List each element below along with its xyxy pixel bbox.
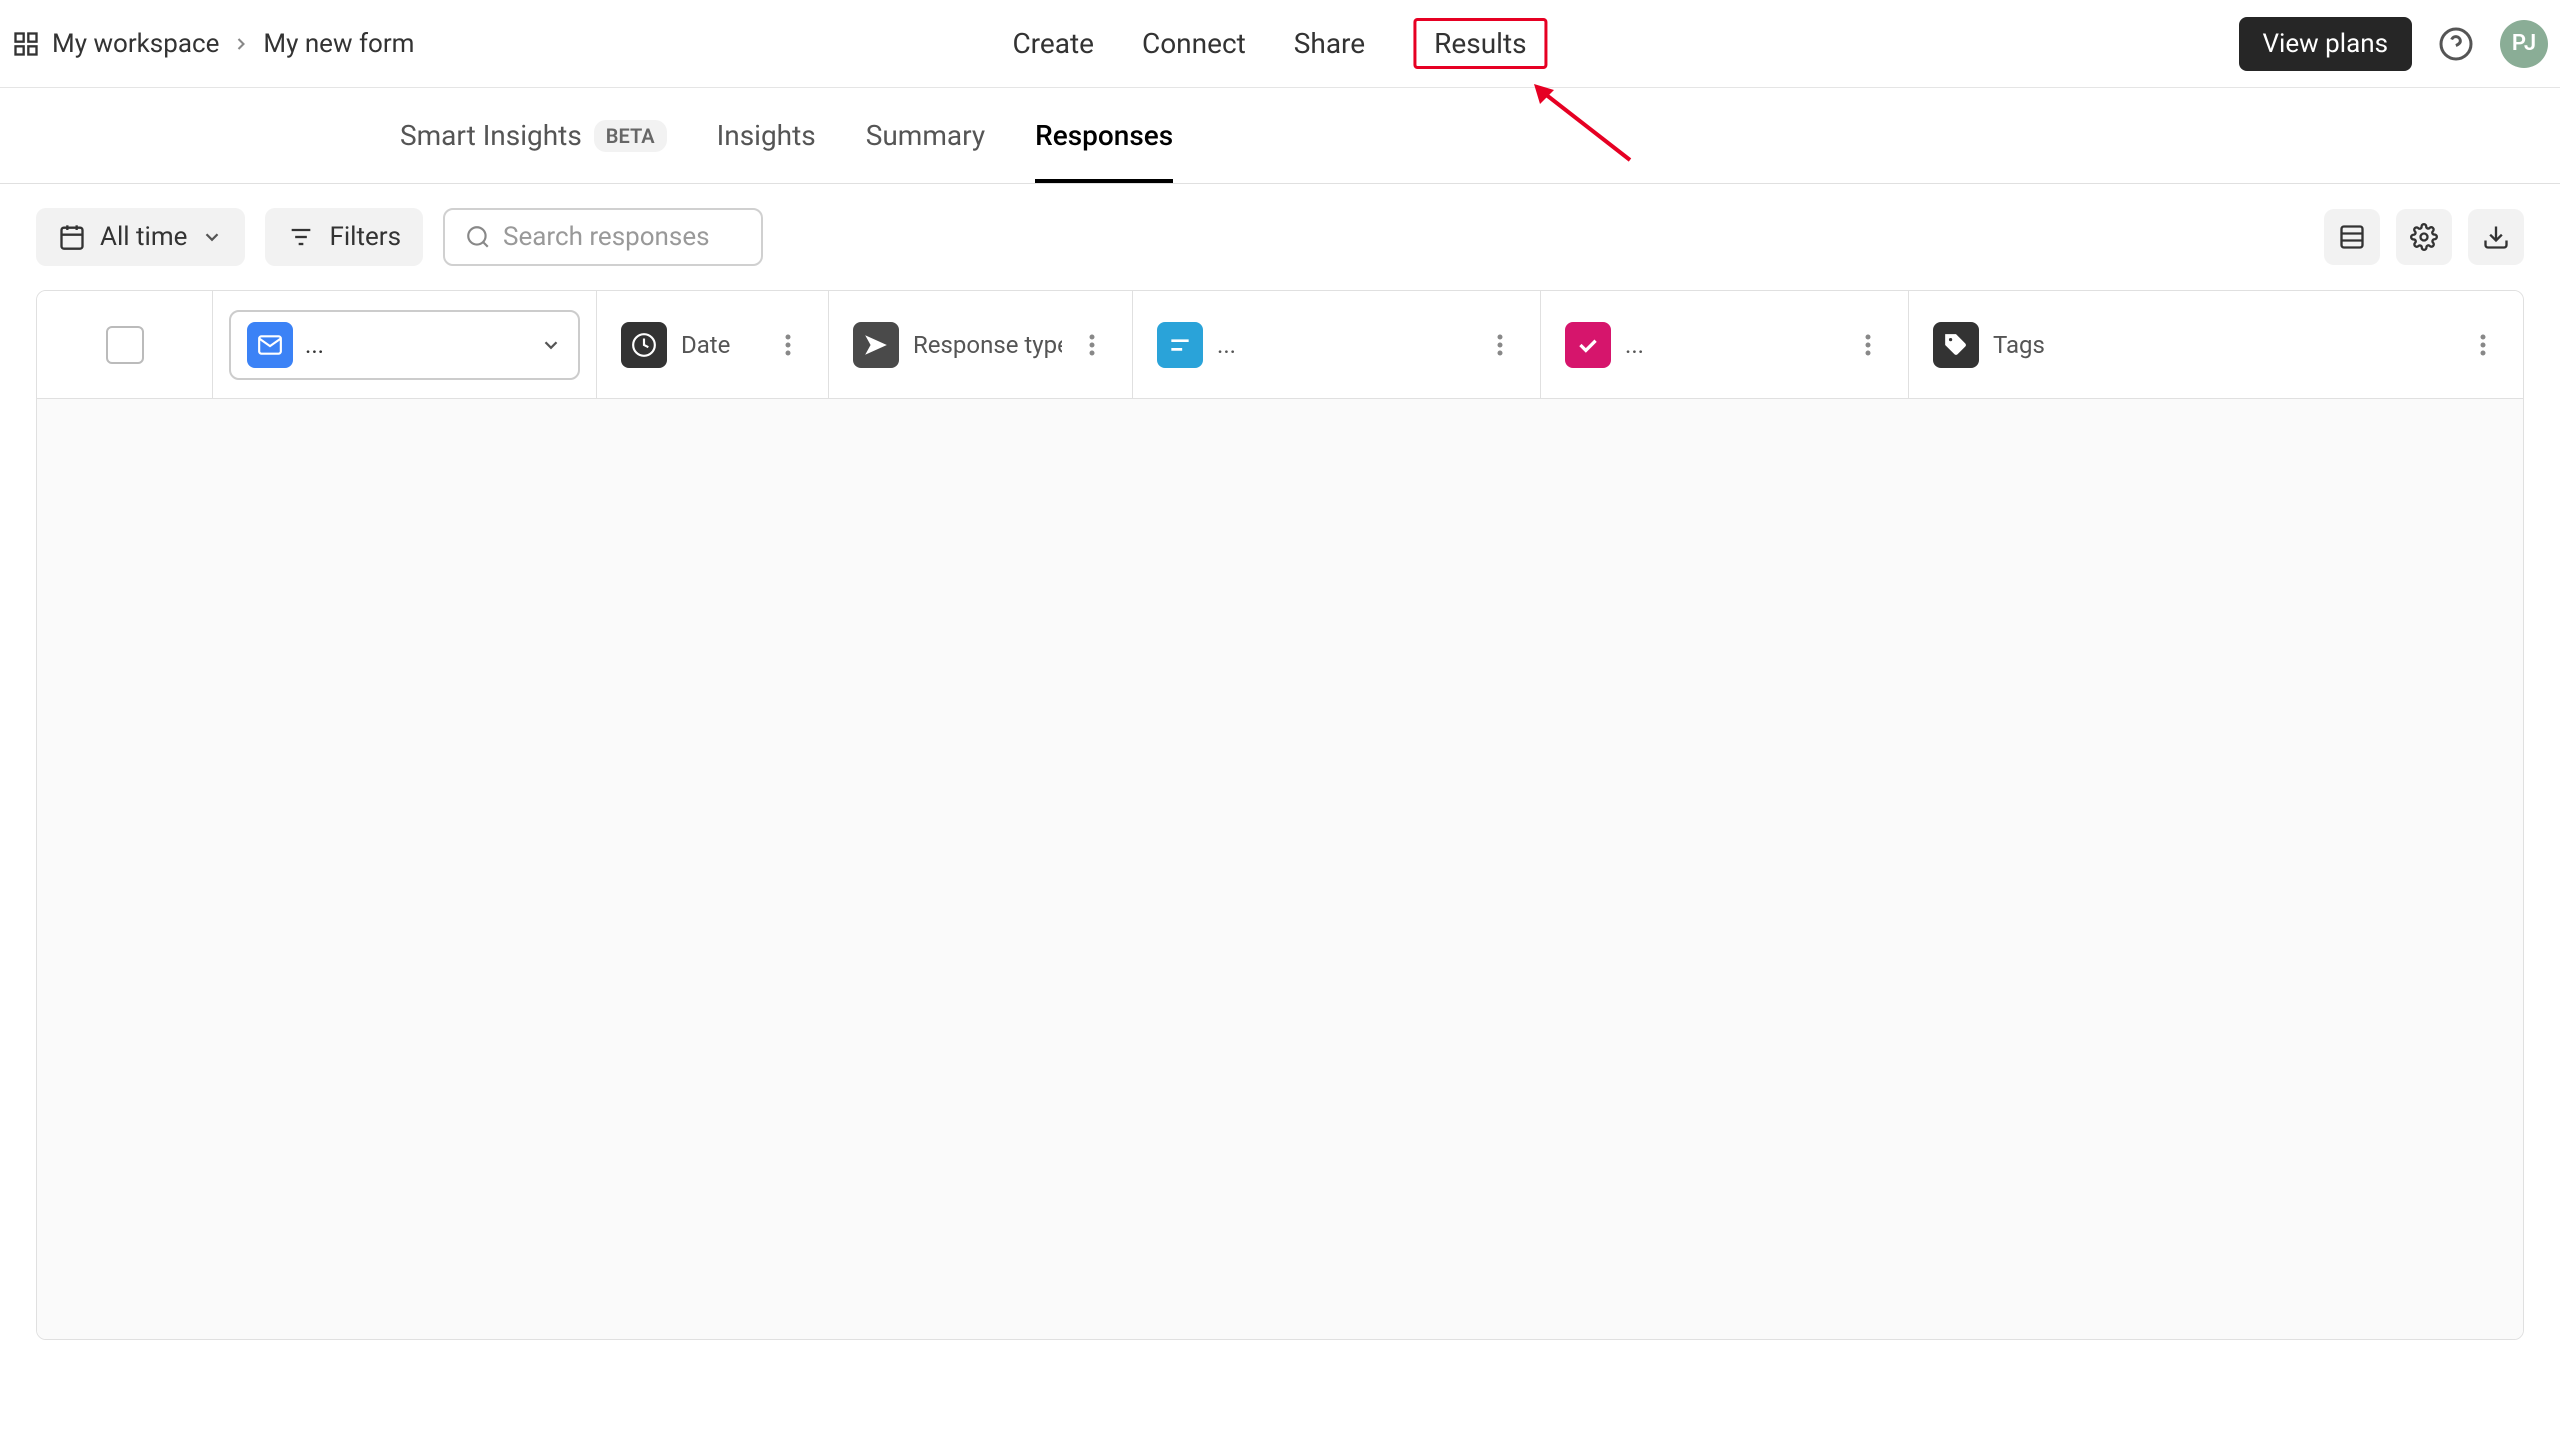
- responses-table: ... Date Response: [36, 290, 2524, 1340]
- nav-create[interactable]: Create: [1012, 19, 1094, 68]
- tab-label: Summary: [866, 119, 985, 152]
- column-label: ...: [1625, 331, 1838, 359]
- tab-label: Insights: [717, 119, 816, 152]
- date-range-button[interactable]: All time: [36, 208, 245, 266]
- breadcrumb-form[interactable]: My new form: [263, 29, 414, 59]
- nav-results[interactable]: Results: [1413, 18, 1547, 69]
- column-label: Response type: [913, 331, 1062, 359]
- avatar[interactable]: PJ: [2500, 20, 2548, 68]
- breadcrumb-workspace[interactable]: My workspace: [52, 29, 219, 59]
- column-label: ...: [1217, 331, 1470, 359]
- clock-icon: [621, 322, 667, 368]
- table-body-empty: [37, 399, 2523, 1339]
- calendar-icon: [58, 223, 86, 251]
- tag-icon: [1933, 322, 1979, 368]
- top-right: View plans PJ: [2239, 17, 2549, 71]
- table-header: ... Date Response: [37, 291, 2523, 399]
- column-selector: ...: [213, 291, 597, 398]
- email-icon: [247, 322, 293, 368]
- column-menu-button[interactable]: [2467, 329, 2499, 361]
- search-icon: [465, 224, 491, 250]
- table-icon: [2338, 223, 2366, 251]
- column-menu-button[interactable]: [772, 329, 804, 361]
- gear-icon: [2410, 223, 2438, 251]
- chevron-right-icon: [231, 34, 251, 54]
- send-icon: [853, 322, 899, 368]
- column-date: Date: [597, 291, 829, 398]
- column-selector-dropdown[interactable]: ...: [229, 310, 580, 380]
- select-all-checkbox[interactable]: [106, 326, 144, 364]
- view-plans-button[interactable]: View plans: [2239, 17, 2413, 71]
- top-bar: My workspace My new form Create Connect …: [0, 0, 2560, 88]
- chevron-down-icon: [540, 334, 562, 356]
- nav-share[interactable]: Share: [1294, 19, 1365, 68]
- question-icon: [1157, 322, 1203, 368]
- filters-label: Filters: [329, 222, 401, 252]
- download-icon: [2482, 223, 2510, 251]
- column-question-2: ...: [1541, 291, 1909, 398]
- tab-summary[interactable]: Summary: [866, 88, 985, 183]
- toolbar-right: [2324, 209, 2524, 265]
- download-button[interactable]: [2468, 209, 2524, 265]
- help-icon[interactable]: [2432, 20, 2480, 68]
- column-question-1: ...: [1133, 291, 1541, 398]
- filter-icon: [287, 223, 315, 251]
- tab-label: Smart Insights: [400, 119, 582, 152]
- toolbar: All time Filters: [0, 184, 2560, 290]
- dropdown-label: ...: [305, 331, 528, 359]
- tab-label: Responses: [1035, 119, 1173, 152]
- breadcrumb: My workspace My new form: [12, 29, 414, 59]
- sub-nav: Smart Insights BETA Insights Summary Res…: [0, 88, 2560, 184]
- tab-smart-insights[interactable]: Smart Insights BETA: [400, 88, 667, 183]
- column-menu-button[interactable]: [1852, 329, 1884, 361]
- top-nav: Create Connect Share Results: [1012, 18, 1547, 69]
- column-menu-button[interactable]: [1484, 329, 1516, 361]
- chevron-down-icon: [201, 226, 223, 248]
- select-all-col: [37, 291, 213, 398]
- check-icon: [1565, 322, 1611, 368]
- search-box[interactable]: [443, 208, 763, 266]
- column-response-type: Response type: [829, 291, 1133, 398]
- column-menu-button[interactable]: [1076, 329, 1108, 361]
- tab-responses[interactable]: Responses: [1035, 88, 1173, 183]
- search-input[interactable]: [503, 222, 741, 252]
- table-view-button[interactable]: [2324, 209, 2380, 265]
- nav-connect[interactable]: Connect: [1142, 19, 1246, 68]
- column-label: Tags: [1993, 331, 2453, 359]
- tab-insights[interactable]: Insights: [717, 88, 816, 183]
- apps-grid-icon[interactable]: [12, 30, 40, 58]
- filters-button[interactable]: Filters: [265, 208, 423, 266]
- column-tags: Tags: [1909, 291, 2523, 398]
- beta-badge: BETA: [594, 120, 667, 152]
- column-label: Date: [681, 331, 758, 359]
- settings-button[interactable]: [2396, 209, 2452, 265]
- date-range-label: All time: [100, 222, 187, 252]
